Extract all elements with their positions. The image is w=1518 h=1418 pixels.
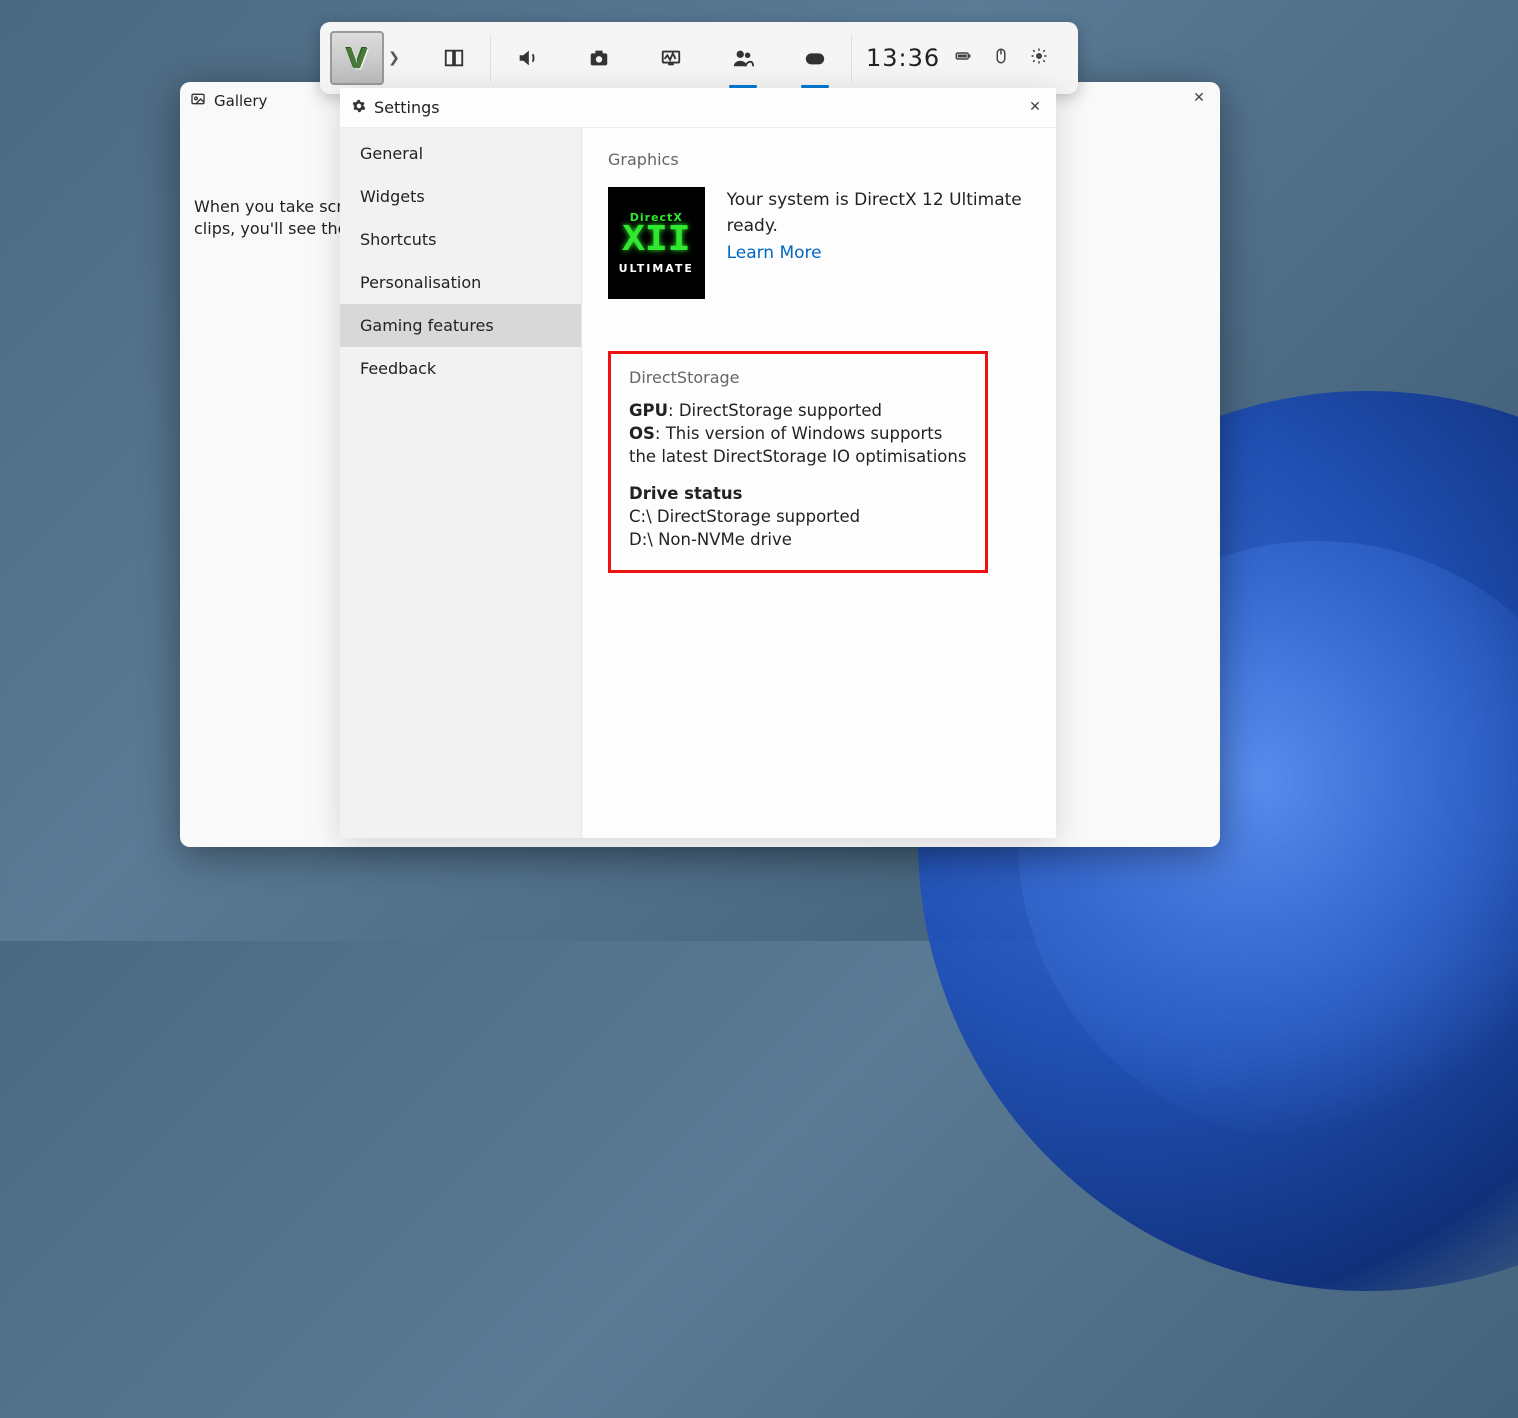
gallery-text-line1: When you take scree [194,197,362,216]
close-icon: ✕ [1193,90,1205,106]
gallery-close-button[interactable]: ✕ [1184,86,1214,110]
settings-gear-button[interactable] [1030,47,1048,69]
badge-line3: ULTIMATE [619,262,694,275]
drive-row: C:\ DirectStorage supported [629,505,967,528]
speaker-icon [516,47,538,69]
sidebar-item-label: Gaming features [360,316,494,335]
settings-sidebar: General Widgets Shortcuts Personalisatio… [340,128,582,838]
os-value: : This version of Windows supports the l… [629,424,966,466]
gallery-title: Gallery [214,92,267,110]
widgets-icon [443,47,465,69]
badge-x: X [622,224,645,258]
sidebar-item-gaming-features[interactable]: Gaming features [340,304,581,347]
learn-more-link[interactable]: Learn More [727,243,822,263]
drive-row: D:\ Non-NVMe drive [629,528,967,551]
badge-ii: II [645,224,691,258]
widgets-button[interactable] [418,22,490,94]
chevron-right-icon[interactable]: ❯ [384,50,404,66]
sidebar-item-label: Feedback [360,359,436,378]
directx-status-text: Your system is DirectX 12 Ultimate ready… [727,187,1030,240]
system-tray [954,47,1066,69]
resources-button[interactable] [779,22,851,94]
gear-icon [1030,47,1048,65]
sidebar-item-label: Personalisation [360,273,481,292]
drive-status-label: Drive status [629,482,967,505]
capture-button[interactable] [563,22,635,94]
directstorage-section-label: DirectStorage [629,368,967,387]
sidebar-item-label: General [360,144,423,163]
game-icon[interactable]: V [330,31,384,85]
settings-content: Graphics DirectX XII ULTIMATE Your syste… [582,128,1056,838]
battery-icon[interactable] [954,47,972,69]
controller-icon [804,47,826,69]
people-icon [732,47,754,69]
performance-button[interactable] [635,22,707,94]
settings-close-button[interactable]: ✕ [1020,94,1050,120]
xbox-social-button[interactable] [707,22,779,94]
sidebar-item-label: Widgets [360,187,425,206]
sidebar-item-general[interactable]: General [340,132,581,175]
graphics-section-label: Graphics [608,150,1030,169]
gallery-icon [190,91,206,111]
settings-title: Settings [374,98,440,117]
sidebar-item-personalisation[interactable]: Personalisation [340,261,581,304]
sidebar-item-feedback[interactable]: Feedback [340,347,581,390]
gallery-text-line2: clips, you'll see them [194,219,363,238]
camera-icon [588,47,610,69]
game-letter: V [346,42,368,75]
settings-window: Settings ✕ General Widgets Shortcuts Per… [340,88,1056,838]
clock: 13:36 [852,44,954,72]
audio-button[interactable] [491,22,563,94]
directstorage-highlight-box: DirectStorage GPU: DirectStorage support… [608,351,988,573]
performance-icon [660,47,682,69]
settings-header: Settings ✕ [340,88,1056,128]
sidebar-item-widgets[interactable]: Widgets [340,175,581,218]
directx-badge: DirectX XII ULTIMATE [608,187,705,299]
mouse-icon[interactable] [992,47,1010,69]
gpu-label: GPU [629,401,668,420]
gear-icon [352,98,366,117]
gpu-value: : DirectStorage supported [668,401,882,420]
sidebar-item-label: Shortcuts [360,230,436,249]
sidebar-item-shortcuts[interactable]: Shortcuts [340,218,581,261]
xbox-game-bar: V ❯ 13:36 [320,22,1078,94]
close-icon: ✕ [1029,99,1041,115]
os-label: OS [629,424,655,443]
